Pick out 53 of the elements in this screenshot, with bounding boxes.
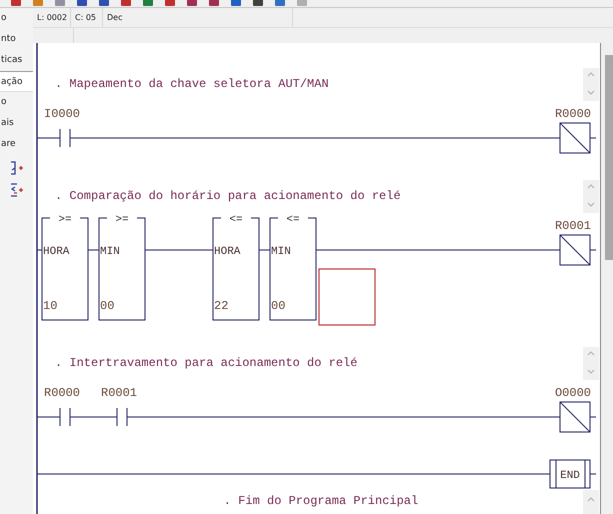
compare-operator: >= bbox=[115, 214, 129, 226]
sidebar-item[interactable]: are bbox=[0, 134, 33, 155]
compare-operand: HORA bbox=[214, 246, 240, 258]
rung-comment: . Mapeamento da chave seletora AUT/MAN bbox=[55, 77, 329, 91]
rung-comment: . Comparação do horário para acionamento do relé bbox=[55, 189, 401, 203]
coil-address: R0001 bbox=[554, 219, 591, 233]
compare-value: 00 bbox=[100, 299, 114, 313]
coil-symbol[interactable] bbox=[560, 234, 590, 266]
rung-comment: . Intertravamento para acionamento do relé bbox=[55, 356, 358, 370]
sidebar-item[interactable]: ação bbox=[0, 71, 33, 92]
sidebar-item[interactable]: o bbox=[0, 92, 33, 113]
compare-value: 00 bbox=[271, 299, 286, 313]
ladder-wire bbox=[590, 416, 596, 418]
rung-comment: . Fim do Programa Principal bbox=[224, 494, 418, 508]
comment-scroll-bar[interactable] bbox=[583, 180, 599, 213]
compare-value: 22 bbox=[214, 299, 228, 313]
coil-address: R0000 bbox=[554, 107, 591, 121]
end-block[interactable] bbox=[550, 460, 590, 488]
scroll-bar[interactable] bbox=[600, 43, 613, 514]
number-base-indicator: Dec bbox=[103, 8, 293, 27]
compare-operand: HORA bbox=[43, 246, 70, 258]
compare-value: 10 bbox=[43, 299, 58, 313]
compare-operand: MIN bbox=[271, 246, 291, 258]
comment-scroll-bar[interactable] bbox=[583, 490, 599, 514]
coil-symbol[interactable] bbox=[560, 122, 590, 154]
sidebar-item[interactable]: o bbox=[0, 8, 33, 29]
coil-symbol[interactable] bbox=[560, 402, 590, 432]
compare-block[interactable] bbox=[42, 218, 88, 320]
coil-address: O0000 bbox=[554, 386, 591, 400]
contact-symbol[interactable] bbox=[116, 408, 128, 426]
bracket-arrow-icon[interactable] bbox=[10, 161, 24, 175]
compare-block[interactable] bbox=[98, 218, 146, 320]
contact-symbol[interactable] bbox=[60, 128, 70, 148]
compare-operator: >= bbox=[58, 214, 72, 226]
contact-address: R0001 bbox=[101, 386, 138, 400]
comment-scroll-bar[interactable] bbox=[583, 68, 599, 101]
sidebar-item[interactable]: nto bbox=[0, 29, 33, 50]
compare-arrow-icon[interactable] bbox=[10, 183, 24, 197]
compare-operator: <= bbox=[286, 214, 300, 226]
column-indicator: C: 05 bbox=[71, 8, 103, 27]
end-label: END bbox=[560, 470, 580, 482]
contact-address: I0000 bbox=[44, 107, 80, 121]
compare-operand: MIN bbox=[100, 246, 120, 258]
line-indicator: L: 0002 bbox=[33, 8, 71, 27]
compare-block[interactable] bbox=[212, 218, 260, 320]
sidebar-item[interactable]: ticas bbox=[0, 50, 33, 71]
compare-block[interactable] bbox=[270, 218, 316, 320]
sidebar-item[interactable]: ais bbox=[0, 113, 33, 134]
compare-operator: <= bbox=[229, 214, 243, 226]
selection-cursor[interactable] bbox=[318, 268, 376, 326]
contact-symbol[interactable] bbox=[60, 408, 70, 426]
contact-address: R0000 bbox=[44, 386, 80, 400]
comment-scroll-bar[interactable] bbox=[583, 347, 599, 380]
